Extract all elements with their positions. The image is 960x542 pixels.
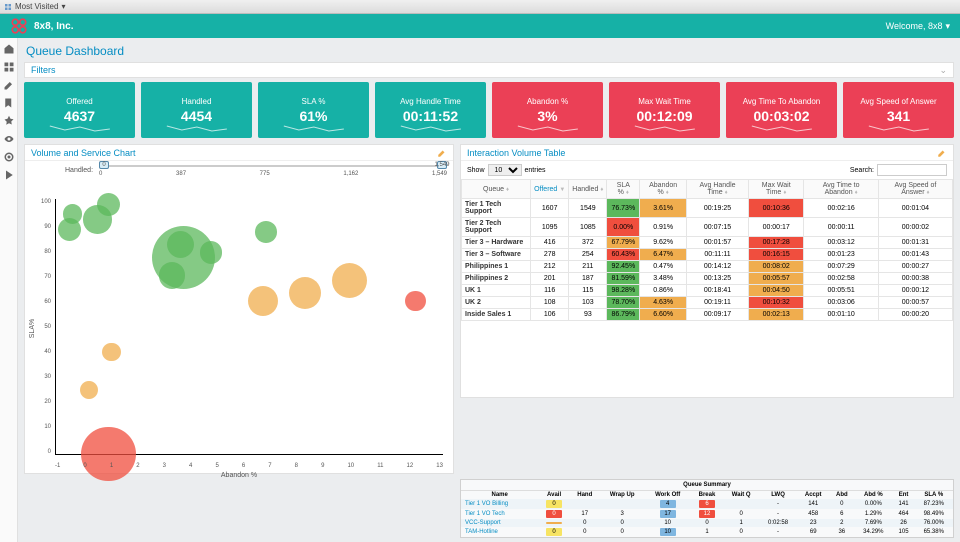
- eye-icon[interactable]: [3, 132, 15, 144]
- volume-chart-panel: Volume and Service Chart Handled: 0 1,54…: [24, 144, 454, 474]
- column-header[interactable]: Offered▼: [531, 180, 569, 199]
- panel-title: Volume and Service Chart: [31, 148, 136, 158]
- panel-title: Interaction Volume Table: [467, 148, 565, 158]
- table-row[interactable]: Philippines 220118781.59%3.48%00:13:2500…: [462, 273, 953, 285]
- bubble-point[interactable]: [159, 262, 186, 289]
- logo-icon: [10, 17, 28, 35]
- column-header[interactable]: Handled♦: [569, 180, 607, 199]
- column-header[interactable]: Avg Handle Time♦: [687, 180, 749, 199]
- welcome-dropdown[interactable]: Welcome, 8x8 ▾: [886, 21, 950, 32]
- kpi-card: Abandon %3%: [492, 82, 603, 138]
- table-row[interactable]: TAM-Hotline0001010-693634.29%10565.38%: [461, 527, 953, 537]
- slider-handle-min[interactable]: 0: [99, 161, 109, 169]
- table-row[interactable]: UK 111611598.28%0.86%00:18:4100:04:5000:…: [462, 285, 953, 297]
- search-input[interactable]: [877, 164, 947, 176]
- interaction-volume-table: Queue♦Offered▼Handled♦SLA %♦Abandon %♦Av…: [461, 179, 953, 321]
- column-header[interactable]: SLA %♦: [607, 180, 640, 199]
- column-header[interactable]: Avg Speed of Answer♦: [878, 180, 952, 199]
- bookmark-icon[interactable]: [3, 96, 15, 108]
- bubble-point[interactable]: [102, 343, 121, 362]
- table-row[interactable]: Tier 3 – Hardware41637267.79%9.62%00:01:…: [462, 237, 953, 249]
- most-visited-label: Most Visited: [15, 2, 58, 11]
- bubble-point[interactable]: [248, 286, 278, 316]
- table-row[interactable]: VCC-Support0010010:02:582327.69%2676.00%: [461, 519, 953, 527]
- handled-slider[interactable]: Handled: 0 1,549 03877751,1621,549: [25, 161, 453, 177]
- dashboard-icon[interactable]: [3, 60, 15, 72]
- column-header[interactable]: Max Wait Time♦: [748, 180, 804, 199]
- queue-summary-panel: Queue Summary NameAvailHandWrap UpWork O…: [460, 479, 954, 538]
- play-icon[interactable]: [3, 168, 15, 180]
- kpi-card: Offered4637: [24, 82, 135, 138]
- bubble-point[interactable]: [97, 193, 120, 216]
- bubble-chart: 1009080706050403020100 SLA% -10123456789…: [25, 177, 453, 473]
- table-row[interactable]: UK 210810378.70%4.63%00:19:1100:10:3200:…: [462, 297, 953, 309]
- queue-summary-table: NameAvailHandWrap UpWork OffBreakWait QL…: [461, 491, 953, 537]
- bubble-point[interactable]: [405, 291, 426, 312]
- kpi-card: Avg Handle Time00:11:52: [375, 82, 486, 138]
- filters-label: Filters: [31, 65, 56, 75]
- chevron-down-icon: ▾: [945, 21, 950, 32]
- column-header[interactable]: Abandon %♦: [640, 180, 687, 199]
- bubble-point[interactable]: [63, 204, 83, 224]
- chevron-down-icon: ▾: [61, 2, 65, 11]
- edit-icon[interactable]: [3, 78, 15, 90]
- queue-summary-title: Queue Summary: [461, 480, 953, 491]
- kpi-card: Avg Speed of Answer341: [843, 82, 954, 138]
- table-row[interactable]: Philippines 121221192.45%0.47%00:14:1200…: [462, 261, 953, 273]
- interaction-volume-panel: Interaction Volume Table Show 10 entries…: [460, 144, 954, 398]
- page-title: Queue Dashboard: [26, 44, 954, 58]
- star-icon[interactable]: [3, 114, 15, 126]
- kpi-card: Max Wait Time00:12:09: [609, 82, 720, 138]
- target-icon[interactable]: [3, 150, 15, 162]
- kpi-row: Offered4637Handled4454SLA %61%Avg Handle…: [24, 82, 954, 138]
- bubble-point[interactable]: [80, 381, 98, 399]
- browser-chrome: Most Visited ▾: [0, 0, 960, 14]
- column-header[interactable]: Queue♦: [462, 180, 531, 199]
- table-row[interactable]: Tier 1 VO Tech017317120-45861.29%46498.4…: [461, 509, 953, 519]
- table-row[interactable]: Tier 1 VO Billing046-14100.00%14187.23%: [461, 499, 953, 509]
- table-row[interactable]: Tier 2 Tech Support109510850.00%0.91%00:…: [462, 218, 953, 237]
- left-nav-rail: [0, 38, 18, 542]
- slider-handle-max[interactable]: 1,549: [437, 161, 447, 169]
- column-header[interactable]: Avg Time to Abandon♦: [804, 180, 878, 199]
- chevron-down-icon: ⌄: [939, 65, 947, 76]
- edit-icon[interactable]: [937, 148, 947, 158]
- kpi-card: Avg Time To Abandon00:03:02: [726, 82, 837, 138]
- app-header: 8x8, Inc. Welcome, 8x8 ▾: [0, 14, 960, 38]
- edit-icon[interactable]: [437, 148, 447, 158]
- bubble-point[interactable]: [289, 277, 321, 309]
- table-row[interactable]: Tier 3 – Software27825460.43%6.47%00:11:…: [462, 249, 953, 261]
- company-name: 8x8, Inc.: [34, 21, 73, 32]
- page-size-select[interactable]: 10: [488, 164, 522, 176]
- table-row[interactable]: Inside Sales 11069386.79%6.60%00:09:1700…: [462, 309, 953, 321]
- bubble-point[interactable]: [255, 221, 277, 243]
- home-icon[interactable]: [3, 42, 15, 54]
- kpi-card: SLA %61%: [258, 82, 369, 138]
- filters-panel[interactable]: Filters ⌄: [24, 62, 954, 78]
- most-visited-dropdown[interactable]: Most Visited ▾: [4, 2, 65, 11]
- bubble-point[interactable]: [332, 263, 367, 298]
- bubble-point[interactable]: [200, 241, 222, 263]
- kpi-card: Handled4454: [141, 82, 252, 138]
- table-row[interactable]: Tier 1 Tech Support1607154976.73%3.61%00…: [462, 199, 953, 218]
